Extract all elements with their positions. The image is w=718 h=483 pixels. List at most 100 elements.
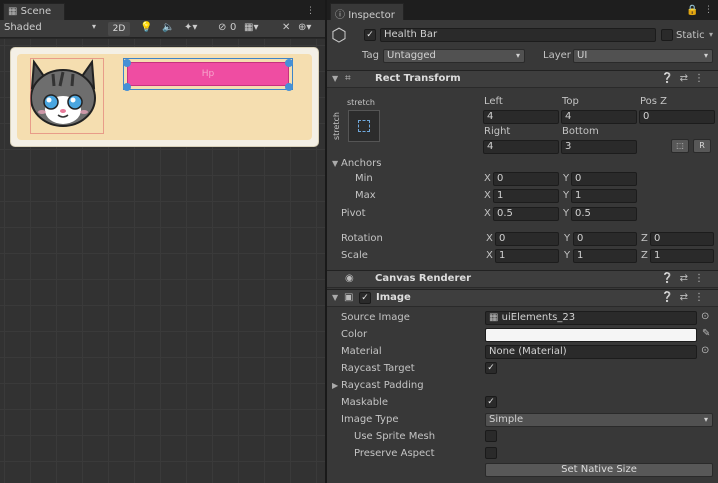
image-header[interactable]: ▼ ▣ ✓ Image ❔⇄⋮	[327, 289, 718, 307]
static-dropdown-icon[interactable]: ▾	[709, 30, 713, 39]
pivot-x-field[interactable]: 0.5	[493, 207, 559, 221]
color-label: Color	[341, 329, 368, 340]
scale-x-label: X	[486, 250, 493, 261]
component-menu-icon[interactable]: ⋮	[694, 73, 710, 84]
material-label: Material	[341, 346, 382, 357]
min-y-field[interactable]: 0	[571, 172, 637, 186]
right-field[interactable]: 4	[483, 140, 559, 154]
color-swatch[interactable]	[485, 328, 697, 342]
anchors-expand-icon[interactable]: ▼	[332, 159, 338, 168]
set-native-size-button[interactable]: Set Native Size	[485, 463, 713, 477]
preset-icon[interactable]: ⇄	[680, 73, 694, 84]
help-icon[interactable]: ❔	[661, 273, 679, 284]
material-field[interactable]: None (Material)	[485, 345, 697, 359]
posz-field[interactable]: 0	[639, 110, 715, 124]
handle-bottom-left[interactable]	[123, 83, 131, 91]
active-checkbox[interactable]: ✓	[364, 29, 376, 41]
gizmos-dropdown-icon[interactable]: ⊕▾	[298, 22, 311, 33]
tab-inspector[interactable]: ⓘ Inspector	[330, 3, 404, 21]
rot-x-field[interactable]: 0	[495, 232, 559, 246]
maskable-checkbox[interactable]: ✓	[485, 396, 497, 408]
grid-toggle-icon[interactable]: ▦▾	[244, 22, 258, 33]
anchor-preset-button[interactable]	[348, 110, 380, 142]
scale-z-field[interactable]: 1	[650, 249, 714, 263]
raw-edit-button[interactable]: R	[693, 139, 711, 153]
layer-dropdown[interactable]: UI ▾	[573, 49, 713, 63]
pivot-label: Pivot	[341, 208, 366, 219]
blueprint-mode-button[interactable]: ⬚	[671, 139, 689, 153]
maskable-label: Maskable	[341, 397, 388, 408]
bottom-label: Bottom	[562, 126, 599, 137]
component-header-icons[interactable]: ❔⇄⋮	[661, 292, 710, 303]
raycast-target-checkbox[interactable]: ✓	[485, 362, 497, 374]
handle-top-right[interactable]	[285, 59, 293, 67]
shading-mode-dropdown[interactable]: Shaded ▾	[4, 22, 100, 36]
tag-label: Tag	[362, 50, 379, 61]
scale-x-field[interactable]: 1	[495, 249, 559, 263]
hidden-objects-icon[interactable]: ⊘	[218, 22, 226, 33]
help-icon[interactable]: ❔	[661, 292, 679, 303]
max-x-field[interactable]: 1	[493, 189, 559, 203]
handle-bottom-right[interactable]	[285, 83, 293, 91]
expand-triangle-icon[interactable]: ▼	[332, 74, 338, 83]
image-type-value: Simple	[489, 414, 524, 425]
image-title: Image	[376, 292, 411, 303]
max-y-field[interactable]: 1	[571, 189, 637, 203]
source-image-field[interactable]: ▦ uiElements_23	[485, 311, 697, 325]
preset-icon[interactable]: ⇄	[680, 273, 694, 284]
tag-value: Untagged	[387, 50, 436, 61]
component-menu-icon[interactable]: ⋮	[694, 273, 710, 284]
rect-transform-header[interactable]: ▼ ⌗ Rect Transform ❔⇄⋮	[327, 70, 718, 88]
rect-transform-title: Rect Transform	[375, 73, 461, 84]
static-checkbox[interactable]	[661, 29, 673, 41]
anchor-preset-side-label: stretch	[332, 112, 341, 140]
component-header-icons[interactable]: ❔⇄⋮	[661, 273, 710, 284]
layer-value: UI	[577, 50, 588, 61]
preset-icon[interactable]: ⇄	[680, 292, 694, 303]
chevron-down-icon: ▾	[92, 22, 97, 31]
tab-scene[interactable]: ▦ Scene	[3, 3, 65, 20]
tag-dropdown[interactable]: Untagged ▾	[383, 49, 525, 63]
right-label: Right	[484, 126, 511, 137]
image-enabled-checkbox[interactable]: ✓	[359, 292, 371, 304]
raycast-padding-expand-icon[interactable]: ▶	[332, 381, 338, 390]
eye-icon: ◉	[345, 273, 354, 284]
scene-menu-icon[interactable]: ⋮	[306, 6, 315, 16]
component-menu-icon[interactable]: ⋮	[694, 292, 710, 303]
eyedropper-icon[interactable]: ✎	[702, 328, 710, 339]
expand-triangle-icon[interactable]: ▼	[332, 293, 338, 302]
rect-transform-icon: ⌗	[345, 73, 351, 84]
lighting-toggle-icon[interactable]: 💡	[140, 22, 152, 33]
top-field[interactable]: 4	[561, 110, 637, 124]
object-picker-icon[interactable]: ⊙	[701, 311, 709, 322]
scale-y-label: Y	[564, 250, 571, 261]
tools-icon[interactable]: ✕	[282, 22, 290, 33]
lock-icon[interactable]: 🔒	[686, 5, 698, 16]
handle-top-left[interactable]	[123, 59, 131, 67]
rot-z-field[interactable]: 0	[650, 232, 714, 246]
use-sprite-mesh-checkbox[interactable]	[485, 430, 497, 442]
pivot-y-field[interactable]: 0.5	[571, 207, 637, 221]
left-field[interactable]: 4	[483, 110, 559, 124]
scale-y-field[interactable]: 1	[573, 249, 637, 263]
inspector-menu-icon[interactable]: ⋮	[704, 5, 713, 15]
effects-toggle-icon[interactable]: ✦▾	[184, 22, 197, 33]
component-header-icons[interactable]: ❔⇄⋮	[661, 73, 710, 84]
canvas-renderer-header[interactable]: ◉ Canvas Renderer ❔⇄⋮	[327, 270, 718, 288]
object-picker-icon[interactable]: ⊙	[701, 345, 709, 356]
preserve-aspect-checkbox[interactable]	[485, 447, 497, 459]
mode-2d-toggle[interactable]: 2D	[108, 22, 130, 36]
min-y-label: Y	[563, 173, 570, 184]
canvas-renderer-title: Canvas Renderer	[375, 273, 472, 284]
min-x-field[interactable]: 0	[493, 172, 559, 186]
scale-label: Scale	[341, 250, 368, 261]
rot-y-field[interactable]: 0	[573, 232, 637, 246]
help-icon[interactable]: ❔	[661, 73, 679, 84]
tab-scene-label: Scene	[20, 6, 52, 17]
object-name-field[interactable]: Health Bar	[380, 28, 656, 42]
audio-toggle-icon[interactable]: 🔈	[162, 22, 174, 33]
bottom-field[interactable]: 3	[561, 140, 637, 154]
pivot-x-label: X	[484, 208, 491, 219]
rect-selection-outline	[123, 58, 293, 90]
image-type-dropdown[interactable]: Simple ▾	[485, 413, 713, 427]
